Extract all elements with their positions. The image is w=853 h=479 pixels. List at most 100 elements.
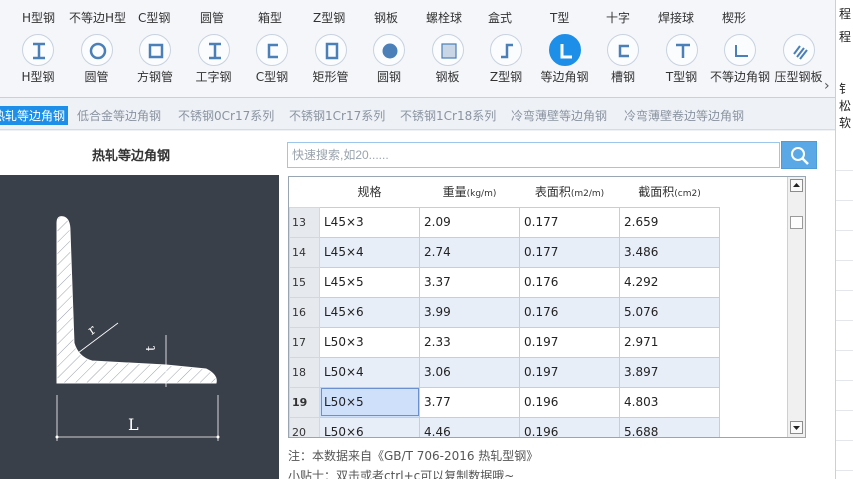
table-cell-area_c[interactable]: 3.486 <box>619 236 720 268</box>
subtype-tab[interactable]: 热轧等边角钢 <box>0 106 69 125</box>
table-row[interactable]: 13 L45×3 2.09 0.177 2.659 <box>289 206 720 238</box>
scroll-thumb[interactable] <box>790 216 803 229</box>
scroll-down-button[interactable] <box>790 421 803 434</box>
table-cell-weight[interactable]: 4.46 <box>419 416 520 437</box>
table-cell-spec[interactable]: L50×5 <box>319 386 420 418</box>
table-row[interactable]: 19 L50×5 3.77 0.196 4.803 <box>289 386 720 418</box>
icon-circle <box>80 34 113 66</box>
side-panel-text: 程 <box>839 7 852 21</box>
table-cell-area_c[interactable]: 2.971 <box>619 326 720 358</box>
leg-length-label: L <box>128 415 139 434</box>
table-cell-area_s[interactable]: 0.176 <box>519 296 620 328</box>
table-cell-area_s[interactable]: 0.177 <box>519 236 620 268</box>
table-cell-weight[interactable]: 3.99 <box>419 296 520 328</box>
table-cell-area_c[interactable]: 2.659 <box>619 206 720 238</box>
column-header[interactable]: 重量(kg/m) <box>419 177 520 207</box>
icon-circle <box>22 34 54 66</box>
table-cell-area_s[interactable]: 0.176 <box>519 266 620 298</box>
table-cell-area_c[interactable]: 3.897 <box>619 356 720 388</box>
category-text-item[interactable]: 钢板 <box>374 9 398 26</box>
table-row[interactable]: 14 L45×4 2.74 0.177 3.486 <box>289 236 720 268</box>
category-icon-item[interactable]: 压型钢板 <box>769 30 829 98</box>
table-cell-spec[interactable]: L50×4 <box>319 356 420 388</box>
category-text-item[interactable]: H型钢 <box>22 9 55 26</box>
table-cell-area_s[interactable]: 0.197 <box>519 326 620 358</box>
category-icon-item[interactable]: 工字钢 <box>184 30 244 98</box>
subtype-tab[interactable]: 不锈钢1Cr17系列 <box>286 106 388 125</box>
table-cell-area_s[interactable]: 0.197 <box>519 356 620 388</box>
table-scrollbar[interactable] <box>787 177 805 437</box>
category-icon-item[interactable]: 圆管 <box>67 30 127 98</box>
column-header[interactable]: 表面积(m2/m) <box>519 177 620 207</box>
category-icon-item[interactable]: 方钢管 <box>125 30 185 98</box>
main-content: 热轧等边角钢 r t L 快速搜索,如20...... 规格 重量(kg/m) … <box>0 131 835 479</box>
table-row[interactable]: 20 L50×6 4.46 0.196 5.688 <box>289 416 720 437</box>
row-number: 18 <box>289 356 320 388</box>
table-cell-weight[interactable]: 3.77 <box>419 386 520 418</box>
category-icon-item[interactable]: 钢板 <box>418 30 478 98</box>
table-row[interactable]: 16 L45×6 3.99 0.176 5.076 <box>289 296 720 328</box>
category-icon-item[interactable]: 矩形管 <box>301 30 361 98</box>
table-cell-area_c[interactable]: 4.803 <box>619 386 720 418</box>
table-row[interactable]: 15 L45×5 3.37 0.176 4.292 <box>289 266 720 298</box>
category-text-item[interactable]: 盒式 <box>488 9 512 26</box>
subtype-tab[interactable]: 低合金等边角钢 <box>74 106 164 125</box>
table-cell-weight[interactable]: 2.33 <box>419 326 520 358</box>
category-icon-item[interactable]: C型钢 <box>242 30 302 98</box>
table-cell-spec[interactable]: L45×3 <box>319 206 420 238</box>
search-input[interactable] <box>287 142 780 168</box>
table-cell-area_c[interactable]: 5.688 <box>619 416 720 437</box>
steel-calculator-app: H型钢 不等边H型 C型钢 圆管 箱型 Z型钢 钢板 螺栓球 盒式 T型 十字 焊接球 楔形 › H型钢… <box>0 0 853 479</box>
icon-circle <box>490 34 522 66</box>
column-header[interactable]: 规格 <box>319 177 420 207</box>
category-text-item[interactable]: 十字 <box>606 9 630 26</box>
icon-circle <box>373 34 405 66</box>
subtype-tab[interactable]: 冷弯薄壁等边角钢 <box>508 106 610 125</box>
table-row[interactable]: 18 L50×4 3.06 0.197 3.897 <box>289 356 720 388</box>
table-cell-weight[interactable]: 2.74 <box>419 236 520 268</box>
category-icon-item[interactable]: Z型钢 <box>476 30 536 98</box>
category-text-item[interactable]: T型 <box>550 9 569 26</box>
category-text-item[interactable]: C型钢 <box>138 9 170 26</box>
icon-circle <box>665 34 698 66</box>
category-icon-item[interactable]: 不等边角钢 <box>710 30 770 98</box>
angle-section-drawing <box>55 216 220 441</box>
subtype-tab[interactable]: 冷弯薄壁卷边等边角钢 <box>621 106 747 125</box>
category-icon-item[interactable]: H型钢 <box>8 30 68 98</box>
subtype-tab[interactable]: 不锈钢0Cr17系列 <box>175 106 277 125</box>
table-cell-area_c[interactable]: 5.076 <box>619 296 720 328</box>
table-cell-area_s[interactable]: 0.177 <box>519 206 620 238</box>
category-icon-item[interactable]: 槽钢 <box>593 30 653 98</box>
t-section-icon <box>675 43 690 58</box>
table-cell-weight[interactable]: 3.37 <box>419 266 520 298</box>
table-cell-spec[interactable]: L50×6 <box>319 416 420 437</box>
category-text-item[interactable]: 焊接球 <box>658 9 694 26</box>
subtype-tab[interactable]: 不锈钢1Cr18系列 <box>397 106 499 125</box>
angle-steel-diagram: r t L <box>0 175 279 479</box>
search-button[interactable] <box>781 141 817 169</box>
category-text-item[interactable]: 不等边H型 <box>69 9 126 26</box>
category-text-item[interactable]: 箱型 <box>258 9 282 26</box>
table-cell-area_s[interactable]: 0.196 <box>519 386 620 418</box>
category-icon-item[interactable]: 圆钢 <box>359 30 419 98</box>
category-text-item[interactable]: Z型钢 <box>313 9 345 26</box>
column-header[interactable]: 截面积(cm2) <box>619 177 720 207</box>
category-text-item[interactable]: 圆管 <box>200 9 224 26</box>
table-cell-spec[interactable]: L45×5 <box>319 266 420 298</box>
category-icon-item[interactable]: T型钢 <box>652 30 712 98</box>
table-cell-spec[interactable]: L45×6 <box>319 296 420 328</box>
table-cell-spec[interactable]: L45×4 <box>319 236 420 268</box>
table-cell-weight[interactable]: 3.06 <box>419 356 520 388</box>
side-panel-partial: 程程钅松软 <box>835 0 853 479</box>
table-cell-area_s[interactable]: 0.196 <box>519 416 620 437</box>
table-cell-area_c[interactable]: 4.292 <box>619 266 720 298</box>
scroll-up-button[interactable] <box>790 179 803 192</box>
table-cell-spec[interactable]: L50×3 <box>319 326 420 358</box>
category-text-row: H型钢 不等边H型 C型钢 圆管 箱型 Z型钢 钢板 螺栓球 盒式 T型 十字 焊接球 楔形 <box>0 0 835 30</box>
category-text-item[interactable]: 楔形 <box>722 9 746 26</box>
column-header-label: 重量 <box>442 185 467 200</box>
category-text-item[interactable]: 螺栓球 <box>426 9 462 26</box>
category-icon-item[interactable]: 等边角钢 <box>535 30 595 98</box>
table-cell-weight[interactable]: 2.09 <box>419 206 520 238</box>
table-row[interactable]: 17 L50×3 2.33 0.197 2.971 <box>289 326 720 358</box>
